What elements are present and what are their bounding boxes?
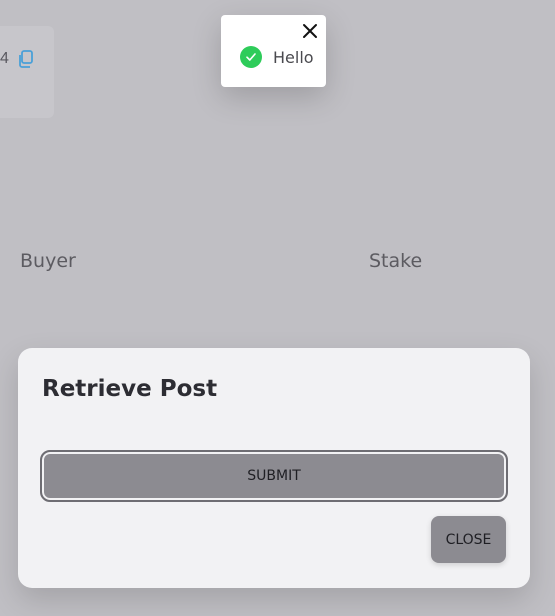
copy-icon[interactable] — [17, 50, 33, 68]
retrieve-post-modal: Retrieve Post SUBMIT CLOSE — [18, 348, 530, 588]
code-fragment: 4 — [0, 50, 9, 67]
buyer-label: Buyer — [20, 250, 76, 272]
background-code: 4 — [0, 50, 33, 68]
stake-label: Stake — [369, 250, 423, 272]
close-icon[interactable] — [302, 23, 318, 39]
close-button[interactable]: CLOSE — [431, 516, 506, 563]
background-card — [0, 26, 54, 118]
toast-notification: Hello — [221, 15, 326, 87]
check-circle-icon — [240, 46, 262, 68]
modal-title: Retrieve Post — [42, 376, 218, 402]
toast-message: Hello — [273, 48, 314, 67]
submit-button[interactable]: SUBMIT — [40, 450, 508, 502]
